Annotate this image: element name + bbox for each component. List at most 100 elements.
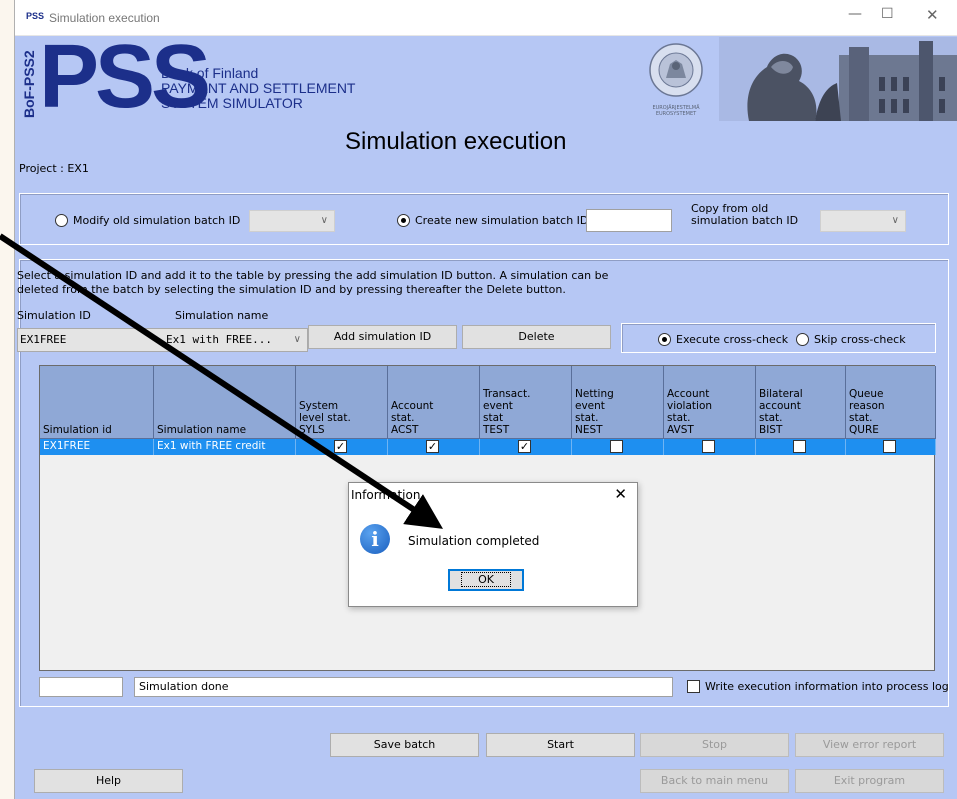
column-header-line: violation — [667, 400, 713, 412]
project-label: Project : EX1 — [19, 162, 89, 175]
column-header-line: SYLS — [299, 424, 325, 436]
chevron-down-icon: ∨ — [891, 215, 899, 226]
unchecked-checkbox[interactable] — [883, 440, 896, 453]
instructions: Select a simulation ID and add it to the… — [17, 269, 608, 297]
pss-logo: BoF-PSS2 PSS — [19, 32, 211, 122]
app-icon: PSS — [26, 11, 45, 21]
column-header-line: stat. — [849, 412, 873, 424]
cell-checkbox — [756, 439, 846, 455]
info-icon: i — [360, 524, 390, 554]
column-header-line: QURE — [849, 424, 879, 436]
simulation-select[interactable]: EX1FREE Ex1 with FREE... ∨ — [17, 328, 308, 352]
stop-button[interactable]: Stop — [640, 733, 789, 757]
column-header-line: ACST — [391, 424, 419, 436]
column-header-line: reason — [849, 400, 885, 412]
exit-program-button[interactable]: Exit program — [795, 769, 944, 793]
column-header-line: NEST — [575, 424, 603, 436]
unchecked-checkbox[interactable] — [610, 440, 623, 453]
copy-batch-id-select[interactable]: ∨ — [820, 210, 906, 232]
cell-checkbox: ✓ — [296, 439, 388, 455]
cell-checkbox — [846, 439, 936, 455]
skip-crosscheck-label: Skip cross-check — [814, 333, 906, 346]
column-header: Queue reason stat. QURE — [846, 366, 936, 439]
svg-text:EUROSYSTEMET: EUROSYSTEMET — [656, 111, 697, 117]
skip-crosscheck-radio[interactable] — [796, 333, 809, 346]
dialog-close-button[interactable]: ✕ — [614, 485, 627, 503]
checked-checkbox[interactable]: ✓ — [334, 440, 347, 453]
simulation-id-value: EX1FREE — [20, 333, 67, 346]
new-batch-id-input[interactable] — [586, 209, 672, 232]
brand-text: Bank of Finland PAYMENT AND SETTLEMENT S… — [161, 66, 355, 111]
modify-batch-radio[interactable] — [55, 214, 68, 227]
chevron-down-icon: ∨ — [320, 215, 328, 226]
minimize-button[interactable]: — — [848, 6, 862, 22]
copy-from-label: Copy from old simulation batch ID — [691, 203, 798, 227]
column-header-line: stat — [483, 412, 504, 424]
unchecked-checkbox[interactable] — [702, 440, 715, 453]
brand-line-3: SYSTEM SIMULATOR — [161, 95, 303, 111]
svg-text:EUROJÄRJESTELMÄ: EUROJÄRJESTELMÄ — [652, 104, 700, 111]
column-header: Transact. event stat TEST — [480, 366, 572, 439]
column-header-line: Bilateral — [759, 388, 803, 400]
checked-checkbox[interactable]: ✓ — [426, 440, 439, 453]
ok-button-label: OK — [461, 572, 511, 587]
ok-button[interactable]: OK — [448, 569, 524, 591]
column-header-line: event — [575, 400, 605, 412]
column-header-line: stat. — [391, 412, 415, 424]
old-batch-id-select[interactable]: ∨ — [249, 210, 335, 232]
cell-checkbox — [664, 439, 756, 455]
dialog-title: Information — [351, 488, 421, 502]
column-header-line: stat. — [667, 412, 691, 424]
bank-seal-icon: EUROJÄRJESTELMÄ EUROSYSTEMET — [649, 43, 703, 117]
information-dialog: Information ✕ i Simulation completed OK — [348, 482, 638, 607]
unchecked-checkbox[interactable] — [793, 440, 806, 453]
close-button[interactable]: ✕ — [926, 6, 939, 24]
column-header: Simulation id — [40, 366, 154, 439]
column-header-line: Netting — [575, 388, 614, 400]
column-header-line: account — [759, 400, 801, 412]
column-header-line: System — [299, 400, 339, 412]
delete-button[interactable]: Delete — [462, 325, 611, 349]
column-header-line: stat. — [759, 412, 783, 424]
column-header: Netting event stat. NEST — [572, 366, 664, 439]
column-header: Account violation stat. AVST — [664, 366, 756, 439]
simulation-name-value: Ex1 with FREE... — [166, 333, 272, 346]
crosscheck-group: Execute cross-check Skip cross-check — [621, 323, 936, 353]
column-header-line: AVST — [667, 424, 694, 436]
process-log-checkbox[interactable] — [687, 680, 700, 693]
table-row[interactable]: EX1FREE Ex1 with FREE credit ✓ ✓ ✓ — [40, 439, 936, 455]
cell-checkbox: ✓ — [480, 439, 572, 455]
save-batch-button[interactable]: Save batch — [330, 733, 479, 757]
dialog-message: Simulation completed — [408, 534, 540, 548]
start-button[interactable]: Start — [486, 733, 635, 757]
add-simulation-id-button[interactable]: Add simulation ID — [308, 325, 457, 349]
cell-simulation-id: EX1FREE — [40, 439, 154, 455]
view-error-report-button[interactable]: View error report — [795, 733, 944, 757]
checked-checkbox[interactable]: ✓ — [518, 440, 531, 453]
column-header: Bilateral account stat. BIST — [756, 366, 846, 439]
modify-batch-label: Modify old simulation batch ID — [73, 214, 241, 227]
brand-line-2: PAYMENT AND SETTLEMENT — [161, 80, 356, 96]
column-header-line: stat. — [575, 412, 599, 424]
logo-side-text: BoF-PSS2 — [21, 50, 37, 118]
brand-line-1: Bank of Finland — [161, 65, 259, 81]
column-header-line: event — [483, 400, 513, 412]
maximize-button[interactable]: ☐ — [881, 6, 894, 22]
page-title: Simulation execution — [345, 128, 567, 155]
column-header-line: BIST — [759, 424, 783, 436]
column-header: Simulation name — [154, 366, 296, 439]
simulation-name-label: Simulation name — [175, 309, 269, 322]
create-batch-radio[interactable] — [397, 214, 410, 227]
status-count-field[interactable] — [39, 677, 123, 697]
column-header-line: Simulation id — [43, 424, 112, 436]
back-to-main-menu-button[interactable]: Back to main menu — [640, 769, 789, 793]
help-button[interactable]: Help — [34, 769, 183, 793]
create-batch-label: Create new simulation batch ID — [415, 214, 589, 227]
bank-building-image — [719, 37, 957, 121]
column-header-line: Queue — [849, 388, 884, 400]
instructions-line2: deleted from the batch by selecting the … — [17, 283, 566, 296]
copy-from-label-line2: simulation batch ID — [691, 214, 799, 227]
process-log-label: Write execution information into process… — [705, 680, 949, 693]
execute-crosscheck-radio[interactable] — [658, 333, 671, 346]
execute-crosscheck-label: Execute cross-check — [676, 333, 789, 346]
